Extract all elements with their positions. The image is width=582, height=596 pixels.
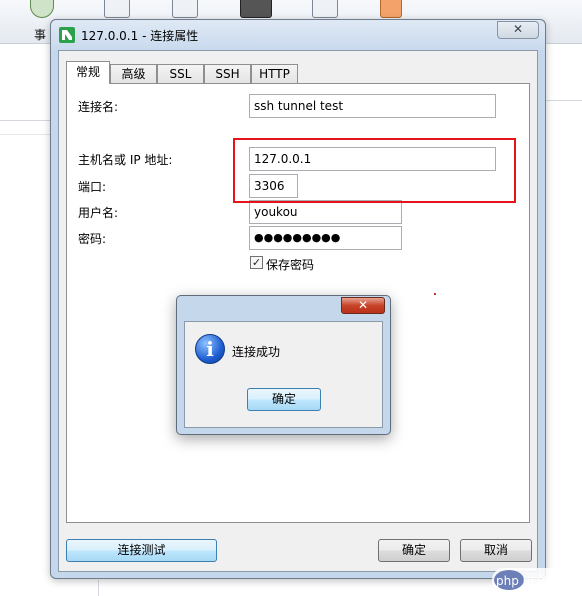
database-icon[interactable]	[30, 0, 54, 18]
ok-button[interactable]: 确定	[378, 539, 450, 562]
save-password-checkbox[interactable]: ✓	[250, 256, 263, 269]
tab-general[interactable]: 常规	[66, 61, 110, 84]
messagebox-client-area: i 连接成功 确定	[184, 321, 383, 428]
tab-http[interactable]: HTTP	[251, 64, 298, 84]
divider	[98, 580, 99, 596]
tape-icon[interactable]	[240, 0, 272, 18]
password-label: 密码:	[78, 232, 107, 246]
close-icon: ✕	[512, 22, 524, 36]
port-label: 端口:	[78, 180, 107, 194]
dialog-title: 127.0.0.1 - 连接属性	[81, 29, 199, 43]
username-label: 用户名:	[78, 206, 119, 220]
divider	[0, 120, 50, 121]
watermark: php 中文网	[492, 568, 578, 592]
checkmark-icon: ✓	[251, 256, 262, 269]
host-label: 主机名或 IP 地址:	[78, 153, 173, 167]
divider	[0, 134, 50, 135]
connection-name-label: 连接名:	[78, 100, 119, 114]
test-connection-button[interactable]: 连接测试	[66, 539, 217, 562]
divider	[545, 100, 582, 101]
model-icon[interactable]	[380, 0, 402, 18]
connection-success-messagebox: ✕ i 连接成功 确定	[176, 295, 391, 435]
cancel-button[interactable]: 取消	[460, 539, 532, 562]
annotation-dot	[434, 293, 436, 295]
tab-ssh[interactable]: SSH	[204, 64, 251, 84]
messagebox-close-button[interactable]: ✕	[341, 297, 385, 314]
watermark-text: php 中文网	[496, 574, 559, 588]
schedule-icon[interactable]	[312, 0, 338, 18]
table-icon[interactable]	[104, 0, 130, 18]
close-icon: ✕	[357, 298, 369, 312]
tab-advanced[interactable]: 高级	[110, 64, 157, 84]
save-password-label[interactable]: 保存密码	[266, 256, 314, 273]
password-input[interactable]: ●●●●●●●●●	[249, 226, 402, 250]
messagebox-message: 连接成功	[232, 345, 281, 359]
info-icon: i	[195, 334, 225, 364]
dialog-close-button[interactable]: ✕	[497, 21, 539, 39]
dialog-titlebar[interactable]: 127.0.0.1 - 连接属性 ✕	[51, 20, 545, 50]
navicat-app-icon	[59, 27, 75, 43]
username-input[interactable]: youkou	[249, 200, 402, 224]
toolbar-label-events[interactable]: 事	[34, 26, 46, 43]
annotation-highlight-box	[233, 138, 516, 203]
messagebox-ok-button[interactable]: 确定	[247, 388, 321, 411]
report-icon[interactable]	[172, 0, 198, 18]
tab-ssl[interactable]: SSL	[157, 64, 204, 84]
connection-name-input[interactable]: ssh tunnel test	[249, 94, 496, 118]
